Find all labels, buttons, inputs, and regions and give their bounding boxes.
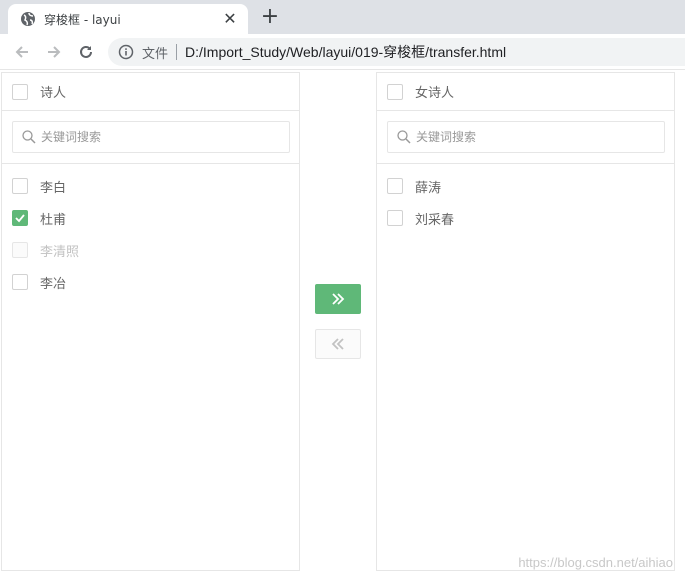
list-item-label: 杜甫 — [40, 212, 67, 228]
item-checkbox[interactable] — [12, 210, 28, 226]
left-box-title: 诗人 — [40, 86, 67, 101]
item-checkbox[interactable] — [12, 178, 28, 194]
right-search-area — [377, 111, 674, 164]
double-chevron-left-icon — [330, 336, 346, 352]
new-tab-button[interactable]: + — [258, 6, 282, 30]
list-item[interactable]: 薛涛 — [377, 170, 674, 202]
scheme-label: 文件 — [142, 46, 169, 62]
right-box-title: 女诗人 — [415, 86, 455, 101]
list-item[interactable]: 杜甫 — [2, 202, 299, 234]
list-item: 李清照 — [2, 234, 299, 266]
list-item-label: 李白 — [40, 180, 67, 196]
right-search-field[interactable] — [387, 121, 665, 153]
tab-title: 穿梭框 - layui — [44, 12, 121, 27]
globe-icon — [20, 11, 36, 27]
left-box-header: 诗人 — [2, 73, 299, 111]
reload-icon[interactable] — [74, 40, 98, 64]
right-item-list: 薛涛 刘采春 — [377, 164, 674, 234]
right-box-header: 女诗人 — [377, 73, 674, 111]
tab-strip: 穿梭框 - layui ✕ + — [0, 0, 685, 34]
double-chevron-right-icon — [330, 291, 346, 307]
item-checkbox[interactable] — [387, 178, 403, 194]
check-icon — [14, 212, 26, 224]
list-item-label: 薛涛 — [415, 180, 442, 196]
right-search-input[interactable] — [416, 130, 656, 144]
list-item-label: 刘采春 — [415, 212, 455, 228]
address-bar[interactable]: 文件 D:/Import_Study/Web/layui/019-穿梭框/tra… — [108, 38, 685, 66]
move-right-button[interactable] — [315, 284, 361, 314]
search-icon — [21, 129, 37, 145]
item-checkbox[interactable] — [12, 274, 28, 290]
transfer-box-right: 女诗人 薛涛刘采春 — [376, 72, 675, 571]
browser-tab[interactable]: 穿梭框 - layui ✕ — [8, 4, 248, 34]
back-arrow-icon[interactable] — [10, 40, 34, 64]
address-divider — [176, 44, 178, 60]
list-item[interactable]: 李冶 — [2, 266, 299, 298]
forward-arrow-icon[interactable] — [42, 40, 66, 64]
tab-close-icon[interactable]: ✕ — [222, 11, 238, 27]
item-checkbox — [12, 242, 28, 258]
left-search-area — [2, 111, 299, 164]
browser-toolbar: 文件 D:/Import_Study/Web/layui/019-穿梭框/tra… — [0, 34, 685, 70]
left-search-field[interactable] — [12, 121, 290, 153]
item-checkbox[interactable] — [387, 210, 403, 226]
info-icon[interactable] — [118, 44, 134, 60]
watermark-text: https://blog.csdn.net/aihiao — [518, 555, 673, 570]
left-select-all-checkbox[interactable] — [12, 83, 28, 100]
url-text[interactable]: D:/Import_Study/Web/layui/019-穿梭框/transf… — [185, 42, 506, 62]
left-item-list: 李白 杜甫 李清照 李冶 — [2, 164, 299, 298]
search-icon — [396, 129, 412, 145]
move-left-button[interactable] — [315, 329, 361, 359]
list-item-label: 李清照 — [40, 244, 80, 260]
list-item[interactable]: 李白 — [2, 170, 299, 202]
list-item-label: 李冶 — [40, 276, 67, 292]
transfer-box-left: 诗人 李白杜甫李清照李冶 — [1, 72, 300, 571]
list-item[interactable]: 刘采春 — [377, 202, 674, 234]
left-search-input[interactable] — [41, 130, 281, 144]
right-select-all-checkbox[interactable] — [387, 83, 403, 100]
